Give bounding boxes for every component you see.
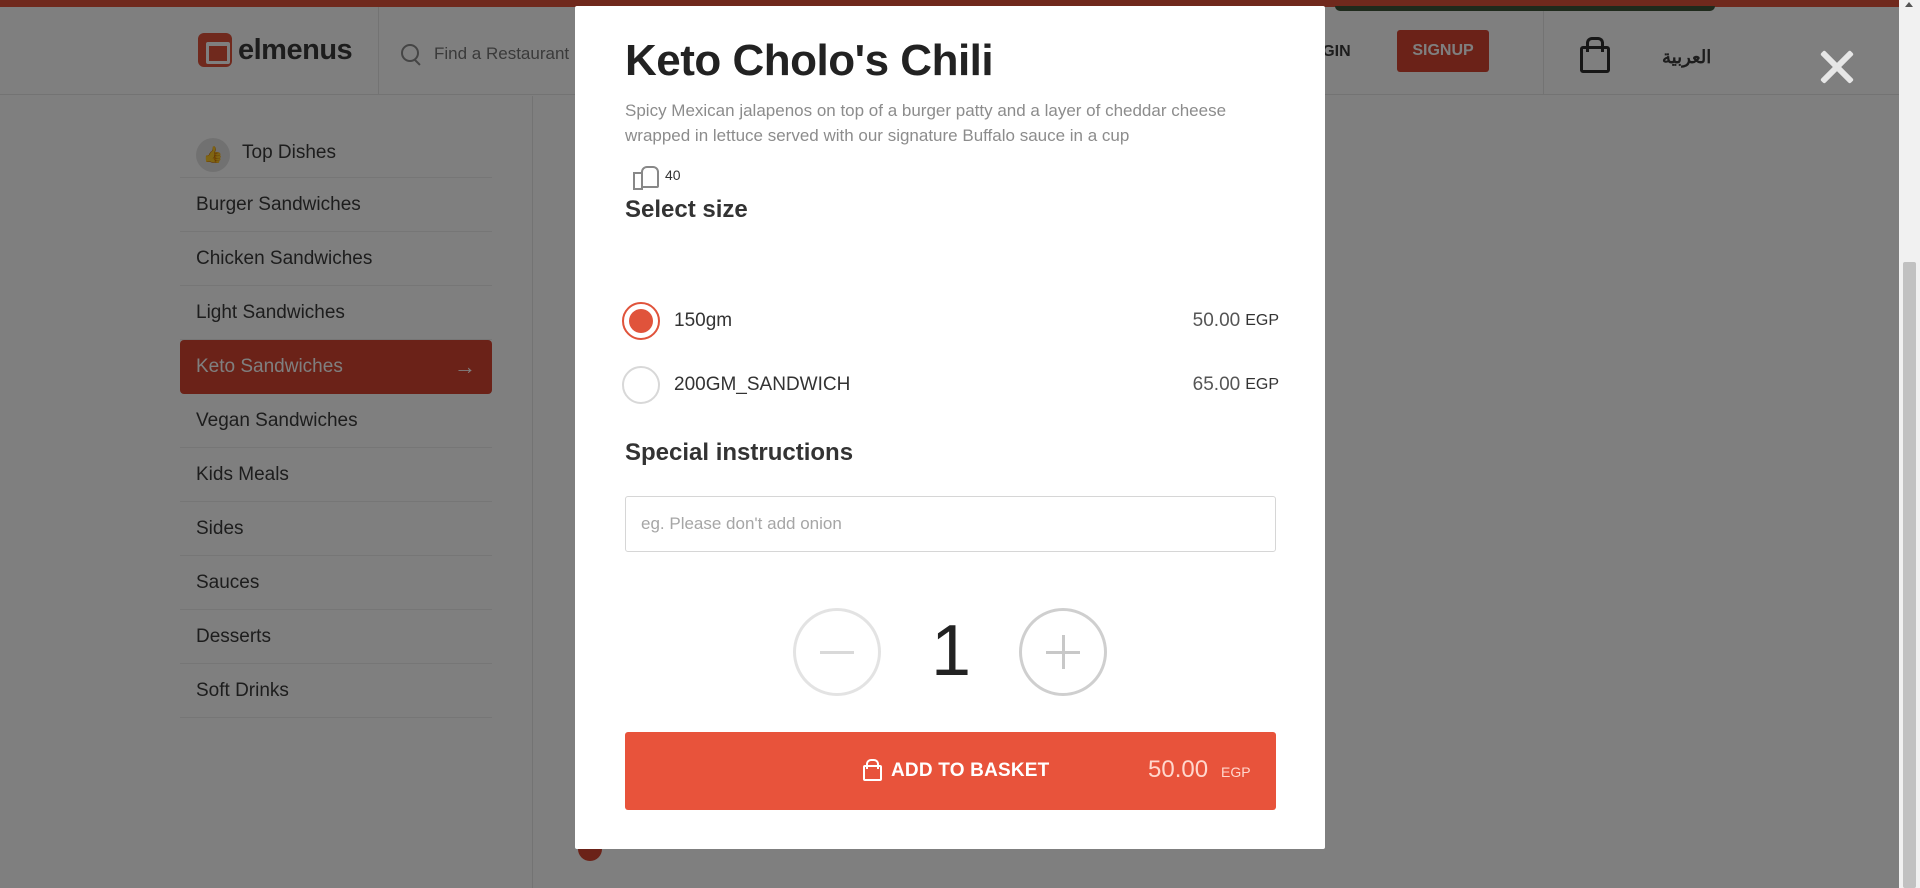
scrollbar-thumb[interactable] [1903,262,1916,888]
size-radio-selected[interactable] [622,302,660,340]
dish-image-edge [1335,6,1715,11]
quantity-stepper: 1 [793,606,1109,696]
dish-modal: Keto Cholo's Chili Spicy Mexican jalapen… [575,6,1715,849]
size-currency: EGP [1245,312,1279,329]
thumbs-up-icon [633,164,659,190]
instructions-title: Special instructions [625,439,854,466]
dish-likes[interactable]: 40 [633,164,681,190]
total-currency: EGP [1221,764,1251,780]
add-to-basket-button[interactable]: ADD TO BASKET 50.00 EGP [625,732,1276,810]
size-currency: EGP [1245,376,1279,393]
page-scrollbar[interactable] [1899,0,1920,888]
likes-count: 40 [665,167,681,183]
dish-description: Spicy Mexican jalapenos on top of a burg… [625,101,1227,145]
size-label: 200GM_SANDWICH [674,374,851,395]
close-icon[interactable] [1815,45,1859,89]
scroll-up-arrow-icon[interactable] [1905,2,1913,7]
special-instructions-input[interactable] [625,496,1276,552]
dish-title: Keto Cholo's Chili [625,36,994,85]
size-section-title: Select size [625,196,748,223]
size-option-150gm[interactable]: 150gm 50.00 EGP [622,301,1279,341]
size-price: 65.00 [1192,374,1241,395]
lock-icon [863,759,882,781]
total-price: 50.00 [1148,756,1209,783]
size-label: 150gm [674,310,733,331]
size-radio[interactable] [622,366,660,404]
size-price: 50.00 [1192,310,1241,331]
plus-icon[interactable] [1019,608,1107,696]
minus-icon[interactable] [793,608,881,696]
add-to-basket-label: ADD TO BASKET [891,760,1050,781]
size-option-200gm[interactable]: 200GM_SANDWICH 65.00 EGP [622,365,1279,405]
quantity-value: 1 [930,611,972,691]
